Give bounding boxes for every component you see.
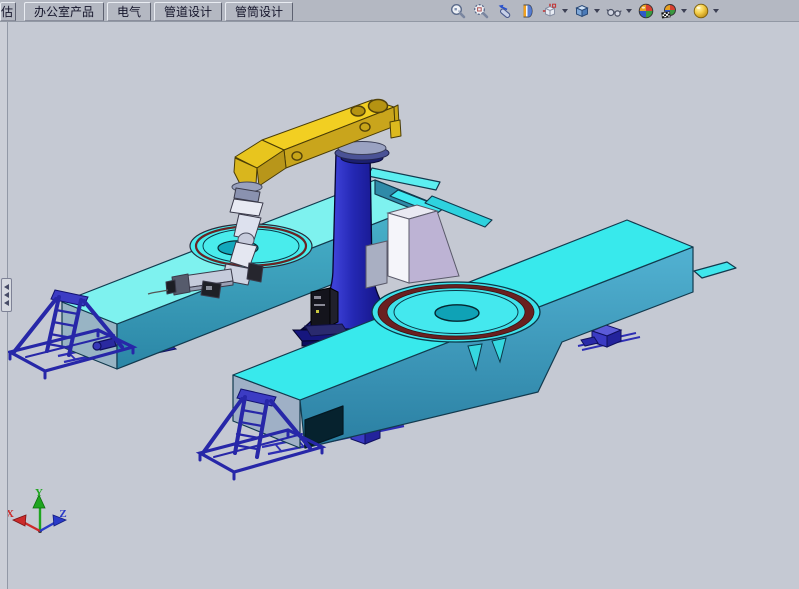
section-view-icon[interactable] bbox=[517, 1, 536, 20]
command-tabs: 估 办公室产品 电气 管道设计 管筒设计 bbox=[0, 0, 293, 21]
collapse-left-icon bbox=[4, 292, 9, 298]
view-orientation-icon[interactable] bbox=[540, 1, 559, 20]
view-heads-up-toolbar bbox=[448, 1, 799, 20]
cad-application-window: X Y Z 估 办公室产品 电气 管道设计 管筒设计 bbox=[0, 0, 799, 589]
graphics-area[interactable]: X Y Z bbox=[0, 0, 799, 589]
tab-electrical[interactable]: 电气 bbox=[107, 2, 151, 21]
zoom-to-fit-icon[interactable] bbox=[448, 1, 467, 20]
command-manager-toolbar: 估 办公室产品 电气 管道设计 管筒设计 bbox=[0, 0, 799, 22]
orientation-triad: X Y Z bbox=[6, 487, 67, 533]
view-settings-icon[interactable] bbox=[691, 1, 710, 20]
display-style-icon[interactable] bbox=[572, 1, 591, 20]
collapse-left-icon bbox=[4, 284, 9, 290]
hide-show-items-dropdown-icon[interactable] bbox=[626, 9, 632, 13]
previous-view-icon[interactable] bbox=[494, 1, 513, 20]
view-settings-dropdown-icon[interactable] bbox=[713, 9, 719, 13]
tab-tubing-design[interactable]: 管筒设计 bbox=[225, 2, 293, 21]
apply-scene-icon[interactable] bbox=[659, 1, 678, 20]
z-axis-label: Z bbox=[59, 508, 66, 520]
boom-right-tab bbox=[390, 120, 401, 138]
view-orientation-dropdown-icon[interactable] bbox=[562, 9, 568, 13]
tab-piping-design[interactable]: 管道设计 bbox=[154, 2, 222, 21]
edit-appearance-icon[interactable] bbox=[636, 1, 655, 20]
y-axis-label: Y bbox=[35, 487, 43, 499]
apply-scene-dropdown-icon[interactable] bbox=[681, 9, 687, 13]
panel-expander-button[interactable] bbox=[1, 278, 12, 312]
x-axis-arrow bbox=[13, 515, 26, 526]
display-style-dropdown-icon[interactable] bbox=[594, 9, 600, 13]
tab-partial[interactable]: 估 bbox=[0, 2, 16, 21]
hide-show-items-icon[interactable] bbox=[604, 1, 623, 20]
zoom-to-area-icon[interactable] bbox=[471, 1, 490, 20]
tab-office-products[interactable]: 办公室产品 bbox=[24, 2, 104, 21]
collapse-left-icon bbox=[4, 300, 9, 306]
